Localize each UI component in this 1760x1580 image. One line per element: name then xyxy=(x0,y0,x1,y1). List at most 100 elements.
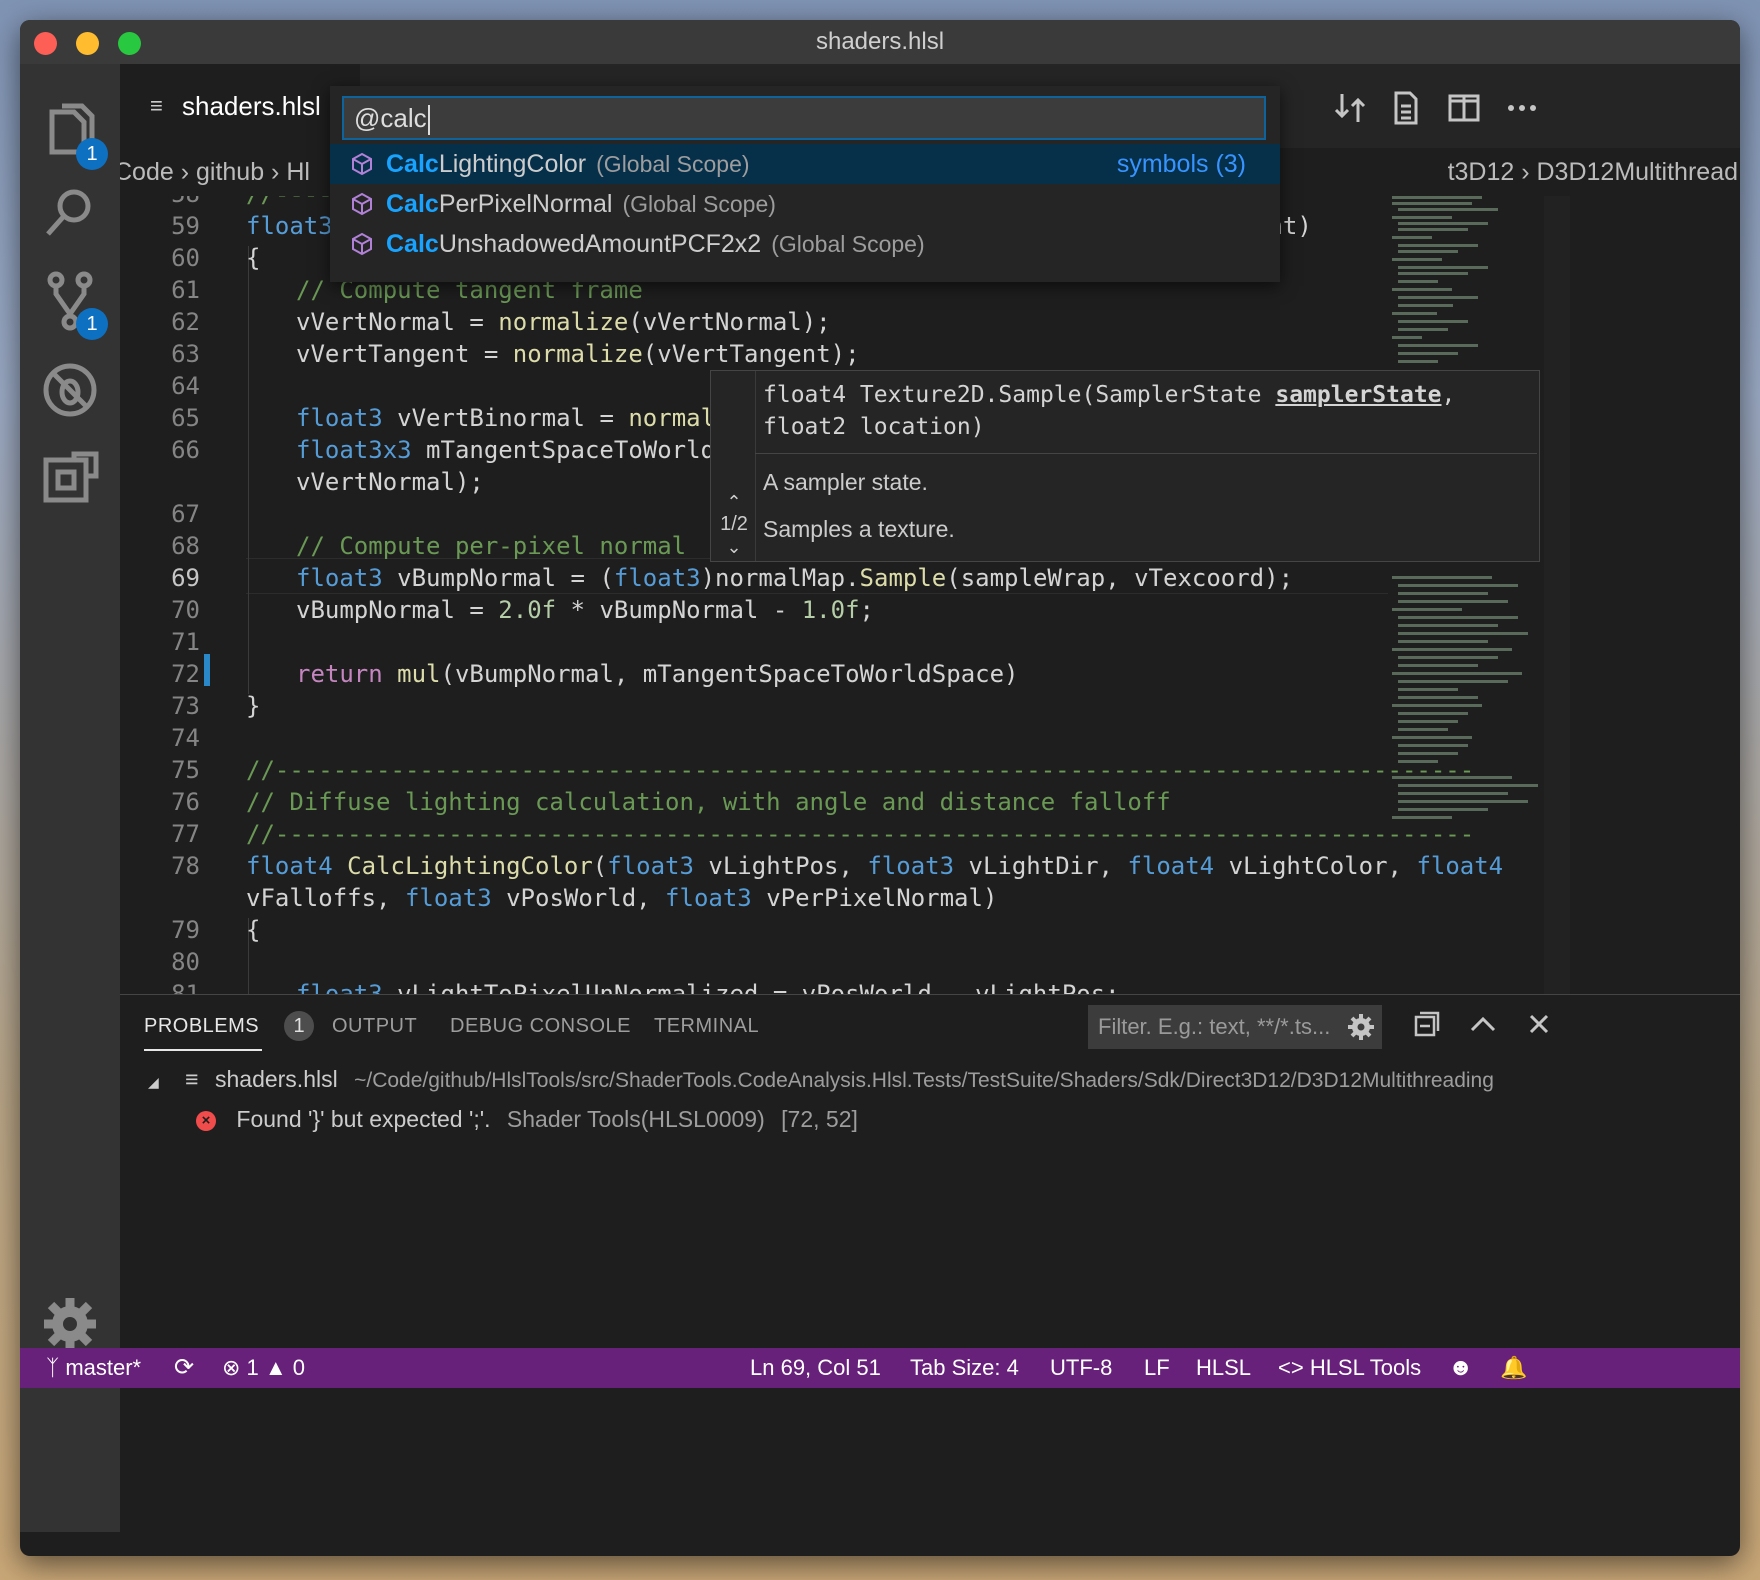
code-brackets-icon: <> xyxy=(1278,1355,1310,1380)
symbol-result-item[interactable]: CalcLightingColor (Global Scope) symbols … xyxy=(330,144,1280,184)
problems-count-badge: 1 xyxy=(284,1011,314,1041)
quick-open-input[interactable]: @calc xyxy=(342,96,1266,140)
more-actions-icon[interactable] xyxy=(1504,90,1540,126)
tab-problems[interactable]: PROBLEMS xyxy=(144,1015,259,1038)
tab-label: shaders.hlsl xyxy=(182,91,321,121)
problem-file-path: ~/Code/github/HlslTools/src/ShaderTools.… xyxy=(354,1069,1494,1092)
close-icon[interactable] xyxy=(1522,1007,1556,1041)
breadcrumb-start[interactable]: Code › github › Hl xyxy=(120,148,310,196)
extension-status[interactable]: <> HLSL Tools xyxy=(1278,1348,1421,1388)
problem-file-row[interactable]: ◢ ≡ shaders.hlsl ~/Code/github/HlslTools… xyxy=(148,1059,1494,1099)
scm-badge: 1 xyxy=(76,308,108,340)
code-line: // Diffuse lighting calculation, with an… xyxy=(246,788,1171,816)
end-of-line[interactable]: LF xyxy=(1144,1348,1170,1388)
line-number: 79 xyxy=(171,916,200,944)
collapse-all-icon[interactable] xyxy=(1410,1007,1444,1041)
sync-icon[interactable]: ⟳ xyxy=(174,1348,194,1388)
divider xyxy=(755,371,756,561)
quick-open-widget: @calc CalcLightingColor (Global Scope) sy… xyxy=(330,86,1280,282)
active-tab-underline xyxy=(144,1049,262,1051)
problem-item[interactable]: × Found '}' but expected ';'. Shader Too… xyxy=(196,1099,858,1139)
line-number: 67 xyxy=(171,500,200,528)
code-line: float4 CalcLightingColor(float3 vLightPo… xyxy=(246,852,1504,880)
line-number: 60 xyxy=(171,244,200,272)
line-number: 58 xyxy=(120,196,200,208)
code-line: //--------------------------------------… xyxy=(246,756,1475,784)
status-bar: ᛉ master* ⟳ ⊗ 1 ▲ 0 Ln 69, Col 51 Tab Si… xyxy=(20,1348,1740,1388)
explorer-icon[interactable]: 1 xyxy=(38,100,108,170)
tab-terminal[interactable]: TERMINAL xyxy=(654,1015,759,1038)
activity-bar: 1 1 xyxy=(20,64,120,1532)
symbol-result-item[interactable]: CalcUnshadowedAmountPCF2x2 (Global Scope) xyxy=(330,224,1280,264)
symbol-count-label: symbols (3) xyxy=(1116,150,1246,178)
filter-settings-icon[interactable] xyxy=(1346,1012,1376,1042)
line-number: 73 xyxy=(171,692,200,720)
code-line: float3 xyxy=(246,212,333,240)
line-number: 64 xyxy=(171,372,200,400)
code-line: { xyxy=(246,244,261,272)
indent-guide xyxy=(248,246,249,694)
file-lines-icon: ≡ xyxy=(150,93,163,118)
code-line: { xyxy=(246,916,261,944)
line-number: 63 xyxy=(171,340,200,368)
branch-indicator[interactable]: ᛉ master* xyxy=(46,1348,141,1388)
active-parameter: samplerState xyxy=(1275,382,1442,408)
code-line-wrap: vFalloffs, float3 vPosWorld, float3 vPer… xyxy=(246,884,998,912)
tab-shaders-hlsl[interactable]: ≡ shaders.hlsl xyxy=(120,64,360,148)
open-changes-icon[interactable] xyxy=(1332,90,1368,126)
line-number: 72 xyxy=(171,660,200,688)
chevron-down-icon[interactable]: ◢ xyxy=(148,1074,159,1090)
extensions-icon[interactable] xyxy=(38,448,102,512)
feedback-smiley-icon[interactable]: ☻ xyxy=(1448,1348,1473,1388)
breadcrumb-end[interactable]: t3D12 › D3D12Multithread xyxy=(1448,148,1738,196)
file-lines-icon: ≡ xyxy=(185,1066,199,1092)
encoding[interactable]: UTF-8 xyxy=(1050,1348,1112,1388)
error-icon: ⊗ xyxy=(222,1355,247,1380)
symbol-method-icon xyxy=(352,192,372,216)
line-number: 75 xyxy=(171,756,200,784)
vertical-scrollbar[interactable] xyxy=(1544,196,1570,1096)
maximize-panel-icon[interactable] xyxy=(1466,1007,1500,1041)
code-line-current: float3 vBumpNormal = (float3)normalMap.S… xyxy=(296,564,1294,592)
line-number: 80 xyxy=(171,948,200,976)
debug-icon[interactable] xyxy=(38,358,102,422)
editor-window: shaders.hlsl 1 1 ≡ shaders.hlsl Code › g… xyxy=(20,20,1740,1556)
divider xyxy=(755,453,1537,454)
tab-size[interactable]: Tab Size: 4 xyxy=(910,1348,1019,1388)
tab-output[interactable]: OUTPUT xyxy=(332,1015,417,1038)
chevron-up-icon[interactable]: ⌃ xyxy=(715,491,753,513)
open-preview-icon[interactable] xyxy=(1388,90,1424,126)
parameter-doc: A sampler state. xyxy=(763,469,928,495)
code-line: return mul(vBumpNormal, mTangentSpaceToW… xyxy=(296,660,1019,688)
minimap[interactable] xyxy=(1388,196,1538,996)
code-line: vVertTangent = normalize(vVertTangent); xyxy=(296,340,860,368)
window-title: shaders.hlsl xyxy=(815,28,945,55)
problems-indicator[interactable]: ⊗ 1 ▲ 0 xyxy=(222,1348,305,1388)
split-editor-icon[interactable] xyxy=(1446,90,1482,126)
warning-icon: ▲ xyxy=(258,1355,293,1380)
problem-source: Shader Tools(HLSL0009) xyxy=(506,1106,765,1132)
text-caret xyxy=(427,105,430,136)
line-number: 71 xyxy=(171,628,200,656)
line-number: 74 xyxy=(171,724,200,752)
tab-debug-console[interactable]: DEBUG CONSOLE xyxy=(450,1015,631,1038)
code-line: float3x3 mTangentSpaceToWorldSpa xyxy=(296,436,759,464)
language-mode[interactable]: HLSL xyxy=(1196,1348,1251,1388)
line-number: 66 xyxy=(171,436,200,464)
signature-text: float4 Texture2D.Sample(SamplerState sam… xyxy=(763,382,1456,440)
chevron-down-icon[interactable]: ⌄ xyxy=(715,536,753,558)
bottom-panel: PROBLEMS 1 OUTPUT DEBUG CONSOLE TERMINAL… xyxy=(120,994,1740,1349)
problem-file-name: shaders.hlsl xyxy=(214,1066,338,1092)
search-icon[interactable] xyxy=(38,180,102,244)
title-bar: shaders.hlsl xyxy=(20,20,1740,64)
source-control-icon[interactable]: 1 xyxy=(38,270,108,340)
modified-line-marker xyxy=(204,654,210,686)
gear-icon[interactable] xyxy=(38,1292,102,1356)
symbol-result-item[interactable]: CalcPerPixelNormal (Global Scope) xyxy=(330,184,1280,224)
line-number: 77 xyxy=(171,820,200,848)
problems-filter-input[interactable]: Filter. E.g.: text, **/*.ts... xyxy=(1088,1005,1382,1049)
notifications-bell-icon[interactable]: 🔔 xyxy=(1500,1348,1527,1388)
cursor-position[interactable]: Ln 69, Col 51 xyxy=(750,1348,881,1388)
problem-message: Found '}' but expected ';'. xyxy=(236,1106,491,1132)
function-doc: Samples a texture. xyxy=(763,516,955,542)
